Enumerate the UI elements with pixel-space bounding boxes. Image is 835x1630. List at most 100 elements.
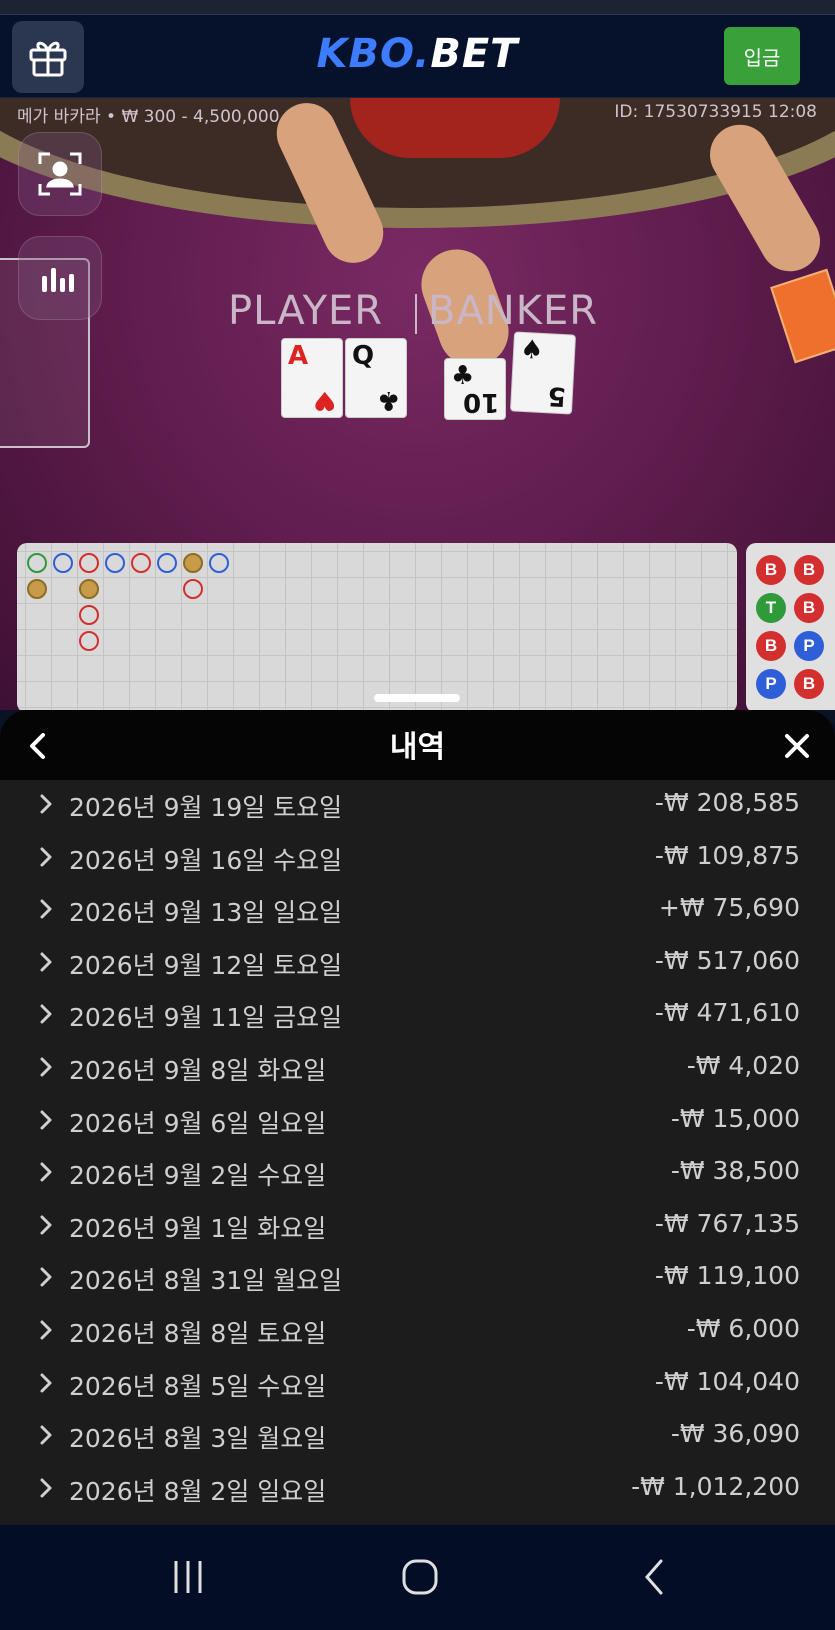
history-date: 2026년 9월 6일 일요일 [69, 1108, 327, 1138]
bead-banker-pair [183, 553, 203, 573]
history-list: 2026년 9월 19일 토요일 -₩ 208,585 2026년 9월 16일 수… [0, 780, 835, 1516]
banker-card-2: ♠ 5 [509, 331, 577, 415]
sheet-drag-handle[interactable] [374, 694, 460, 702]
history-row[interactable]: 2026년 8월 5일 수요일 -₩ 104,040 [0, 1359, 835, 1412]
bead-road-scoreboard[interactable] [17, 543, 737, 710]
history-row[interactable]: 2026년 8월 3일 월요일 -₩ 36,090 [0, 1411, 835, 1464]
history-amount: -₩ 517,060 [654, 945, 800, 975]
history-row[interactable]: 2026년 8월 2일 일요일 -₩ 1,012,200 [0, 1464, 835, 1517]
history-date: 2026년 9월 8일 화요일 [69, 1055, 327, 1085]
chevron-right-icon [40, 847, 52, 867]
bead-tie [27, 553, 47, 573]
roadmap-dot: B [794, 555, 824, 585]
history-row[interactable]: 2026년 9월 13일 일요일 +₩ 75,690 [0, 885, 835, 938]
logo-text-part1: KBO. [316, 31, 431, 77]
bead-player [105, 553, 125, 573]
history-date: 2026년 9월 11일 금요일 [69, 1003, 343, 1033]
roadmap-dot: B [794, 593, 824, 623]
history-amount: -₩ 767,135 [654, 1208, 800, 1238]
bead-banker [79, 553, 99, 573]
dealer [350, 98, 560, 158]
player-card-1: A ♥ [281, 338, 343, 418]
history-date: 2026년 9월 1일 화요일 [69, 1213, 327, 1243]
history-row[interactable]: 2026년 8월 8일 토요일 -₩ 6,000 [0, 1306, 835, 1359]
history-date: 2026년 9월 13일 일요일 [69, 898, 343, 928]
history-date: 2026년 9월 16일 수요일 [69, 845, 343, 875]
logo-text-part2: BET [430, 31, 519, 77]
deposit-button[interactable]: 입금 [724, 27, 800, 85]
history-title: 내역 [389, 730, 446, 765]
user-frame-icon [38, 152, 82, 196]
bead-player [157, 553, 177, 573]
card-rank: A [288, 341, 309, 371]
bead-banker [79, 631, 99, 651]
player-label: PLAYER [228, 288, 384, 334]
big-road-panel[interactable]: B B T B B P P B [746, 543, 835, 710]
kbo-bet-logo[interactable]: KBO.BET [0, 31, 835, 77]
home-button[interactable] [380, 1547, 460, 1607]
history-amount: -₩ 109,875 [654, 840, 800, 870]
history-amount: -₩ 15,000 [670, 1103, 800, 1133]
history-amount: -₩ 4,020 [686, 1050, 800, 1080]
bead-banker-pair [27, 579, 47, 599]
history-date: 2026년 8월 3일 월요일 [69, 1424, 327, 1454]
back-nav-button[interactable] [615, 1547, 695, 1607]
chevron-right-icon [40, 952, 52, 972]
chevron-right-icon [40, 1478, 52, 1498]
history-row[interactable]: 2026년 9월 11일 금요일 -₩ 471,610 [0, 990, 835, 1043]
history-row[interactable]: 2026년 9월 16일 수요일 -₩ 109,875 [0, 833, 835, 886]
history-row[interactable]: 2026년 9월 1일 화요일 -₩ 767,135 [0, 1201, 835, 1254]
chevron-right-icon [40, 1004, 52, 1024]
history-row[interactable]: 2026년 9월 6일 일요일 -₩ 15,000 [0, 1096, 835, 1149]
history-amount: -₩ 36,090 [670, 1419, 800, 1449]
bead-banker [183, 579, 203, 599]
bead-banker-pair [79, 579, 99, 599]
history-amount: -₩ 1,012,200 [631, 1471, 800, 1501]
banker-card-1: ♣ 10 [444, 358, 506, 420]
card-rank: 10 [462, 387, 499, 417]
history-amount: -₩ 471,610 [654, 998, 800, 1028]
home-icon [402, 1559, 438, 1595]
card-rank: 5 [546, 380, 567, 412]
top-header: KBO.BET 입금 [0, 14, 835, 98]
history-amount: -₩ 119,100 [654, 1261, 800, 1291]
history-sheet: 내역 2026년 9월 19일 토요일 -₩ 208,585 2026년 9월 16… [0, 710, 835, 1525]
card-shoe-right [770, 268, 835, 364]
recent-apps-button[interactable] [148, 1547, 228, 1607]
chevron-right-icon [40, 1215, 52, 1235]
bead-player [53, 553, 73, 573]
history-row[interactable]: 2026년 9월 8일 화요일 -₩ 4,020 [0, 1043, 835, 1096]
history-amount: -₩ 104,040 [654, 1366, 800, 1396]
roadmap-dot: B [756, 631, 786, 661]
history-amount: -₩ 38,500 [670, 1156, 800, 1186]
bead-banker [79, 605, 99, 625]
chevron-right-icon [40, 1320, 52, 1340]
history-date: 2026년 8월 8일 토요일 [69, 1318, 327, 1348]
statistics-button[interactable] [18, 236, 102, 320]
history-row[interactable]: 2026년 9월 2일 수요일 -₩ 38,500 [0, 1148, 835, 1201]
history-amount: +₩ 75,690 [658, 893, 800, 923]
history-row[interactable]: 2026년 9월 12일 토요일 -₩ 517,060 [0, 938, 835, 991]
chevron-right-icon [40, 1057, 52, 1077]
chevron-right-icon [40, 1110, 52, 1130]
system-nav-bar [0, 1525, 835, 1630]
roadmap-dot: P [756, 669, 786, 699]
history-row[interactable]: 2026년 9월 19일 토요일 -₩ 208,585 [0, 780, 835, 833]
history-row[interactable]: 2026년 8월 31일 월요일 -₩ 119,100 [0, 1253, 835, 1306]
roadmap-dot: P [794, 631, 824, 661]
chevron-right-icon [40, 794, 52, 814]
close-button[interactable] [775, 724, 819, 768]
chevron-right-icon [40, 1373, 52, 1393]
back-icon [645, 1559, 663, 1595]
round-id: ID: 17530733915 12:08 [614, 102, 817, 122]
chevron-right-icon [40, 1162, 52, 1182]
history-date: 2026년 9월 12일 토요일 [69, 950, 343, 980]
history-date: 2026년 8월 5일 수요일 [69, 1371, 327, 1401]
player-card-2: Q ♣ [345, 338, 407, 418]
bead-player [209, 553, 229, 573]
history-sheet-header: 내역 [0, 710, 835, 780]
card-suit: ♥ [312, 385, 336, 415]
chevron-right-icon [40, 1267, 52, 1287]
chevron-right-icon [40, 1425, 52, 1445]
camera-view-button[interactable] [18, 132, 102, 216]
